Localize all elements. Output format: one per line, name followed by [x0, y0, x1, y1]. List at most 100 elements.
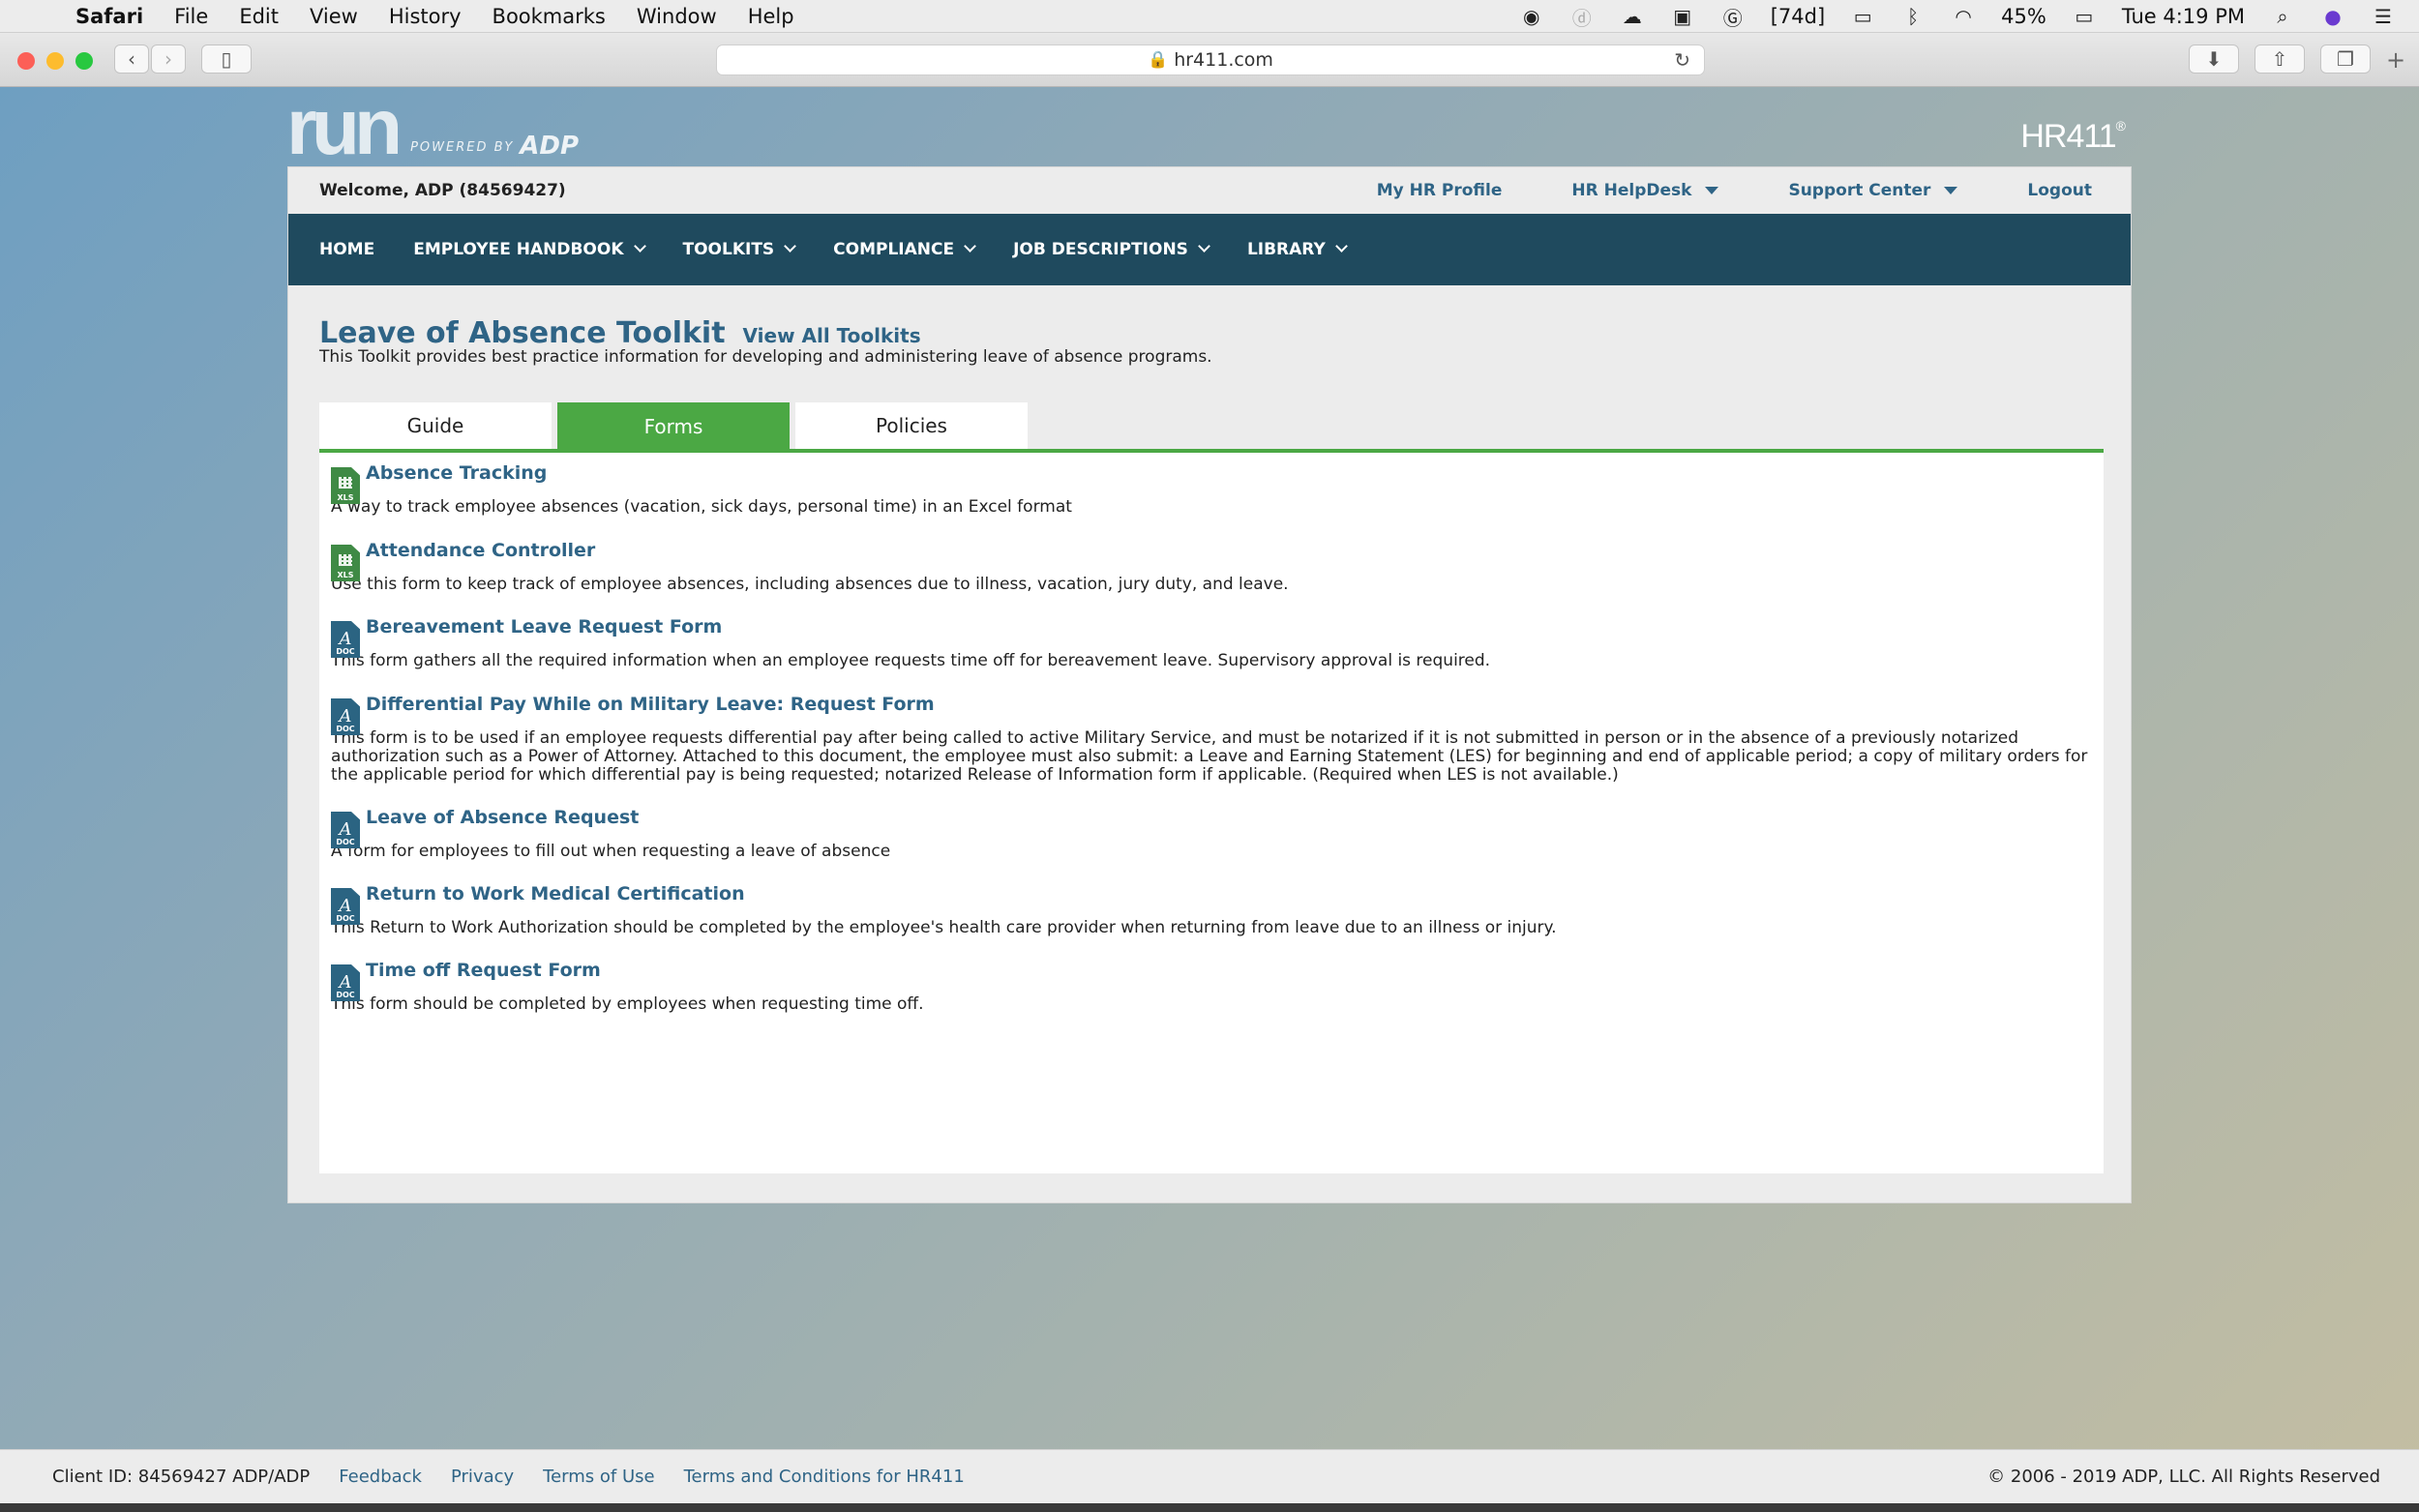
clock[interactable]: Tue 4:19 PM — [2122, 5, 2245, 28]
logo-powered-by: POWERED BY — [410, 140, 515, 155]
battery-percent[interactable]: 45% — [2001, 5, 2046, 28]
hr-helpdesk-dropdown[interactable]: HR HelpDesk — [1571, 181, 1719, 200]
sidebar-button[interactable]: ▯ — [201, 44, 252, 74]
address-bar[interactable]: 🔒 hr411.com ↻ — [716, 44, 1705, 75]
url-text: hr411.com — [1174, 49, 1273, 71]
menu-app-safari[interactable]: Safari — [75, 5, 143, 28]
nav-toolkits[interactable]: TOOLKITS — [683, 240, 797, 259]
form-link-absence-tracking[interactable]: Absence Tracking — [366, 460, 547, 486]
download-icon: ⬇ — [2205, 47, 2223, 71]
d-icon[interactable]: ⓓ — [1569, 6, 1595, 30]
form-link-differential-pay[interactable]: Differential Pay While on Military Leave… — [366, 692, 935, 717]
nav-employee-handbook-label: EMPLOYEE HANDBOOK — [413, 240, 624, 259]
siri-icon[interactable]: ● — [2320, 5, 2345, 28]
form-description: This Return to Work Authorization should… — [331, 918, 1557, 937]
battery-icon[interactable]: ▭ — [2072, 5, 2097, 28]
nav-library-label: LIBRARY — [1246, 240, 1326, 259]
hr411-text: HR411 — [2020, 118, 2116, 155]
new-tab-button[interactable]: + — [2386, 46, 2405, 74]
caret-down-icon — [1705, 187, 1719, 194]
google-icon[interactable]: Ⓖ — [1720, 6, 1746, 30]
sidebar-icon: ▯ — [221, 47, 232, 71]
user-bar: Welcome, ADP (84569427) My HR Profile HR… — [288, 167, 2131, 214]
form-description: This form gathers all the required infor… — [331, 651, 1491, 670]
nav-job-descriptions[interactable]: JOB DESCRIPTIONS — [1013, 240, 1210, 259]
hr411-logo: HR411® — [2020, 118, 2126, 156]
status-badge[interactable]: [74d] — [1771, 5, 1825, 28]
form-link-bereavement-leave[interactable]: Bereavement Leave Request Form — [366, 614, 722, 639]
logout-link[interactable]: Logout — [2027, 181, 2092, 200]
terms-of-use-link[interactable]: Terms of Use — [543, 1467, 654, 1487]
list-item: A DOC Differential Pay While on Military … — [331, 692, 2092, 785]
camera-icon[interactable]: ▣ — [1670, 5, 1695, 28]
client-id: Client ID: 84569427 ADP/ADP — [52, 1467, 311, 1487]
feedback-link[interactable]: Feedback — [339, 1467, 422, 1487]
run-adp-logo[interactable]: run POWERED BY ADP — [286, 88, 579, 167]
close-window-button[interactable] — [17, 52, 35, 70]
nav-compliance[interactable]: COMPLIANCE — [833, 240, 976, 259]
tab-forms[interactable]: Forms — [557, 402, 790, 451]
menu-bookmarks[interactable]: Bookmarks — [493, 5, 606, 28]
forms-panel: XLS Absence Tracking A way to track empl… — [319, 449, 2104, 1173]
footer: Client ID: 84569427 ADP/ADP Feedback Pri… — [0, 1449, 2419, 1503]
form-description: Use this form to keep track of employee … — [331, 575, 1289, 594]
list-item: A DOC Leave of Absence Request A form for… — [331, 805, 2092, 861]
menu-view[interactable]: View — [310, 5, 358, 28]
airplay-icon[interactable]: ▭ — [1850, 5, 1875, 28]
downloads-button[interactable]: ⬇ — [2189, 44, 2239, 74]
list-item: A DOC Time off Request Form This form sho… — [331, 958, 2092, 1014]
globe-icon[interactable]: ◉ — [1519, 5, 1544, 28]
chevron-down-icon — [633, 240, 646, 252]
menu-history[interactable]: History — [389, 5, 462, 28]
support-center-dropdown[interactable]: Support Center — [1788, 181, 1958, 200]
reload-icon[interactable]: ↻ — [1674, 48, 1690, 72]
tab-guide[interactable]: Guide — [319, 402, 552, 449]
doc-file-icon: A DOC — [331, 888, 360, 925]
tabs-overview-button[interactable]: ❐ — [2320, 44, 2371, 74]
my-hr-profile-link[interactable]: My HR Profile — [1377, 181, 1503, 200]
privacy-link[interactable]: Privacy — [451, 1467, 514, 1487]
notification-list-icon[interactable]: ☰ — [2371, 5, 2396, 28]
back-button[interactable]: ‹ — [114, 44, 149, 74]
chevron-down-icon — [964, 240, 976, 252]
menu-file[interactable]: File — [174, 5, 208, 28]
support-center-label: Support Center — [1788, 181, 1931, 200]
form-link-time-off-request[interactable]: Time off Request Form — [366, 958, 601, 983]
nav-employee-handbook[interactable]: EMPLOYEE HANDBOOK — [413, 240, 646, 259]
forward-button[interactable]: › — [151, 44, 186, 74]
nav-job-descriptions-label: JOB DESCRIPTIONS — [1013, 240, 1188, 259]
doc-file-icon: A DOC — [331, 698, 360, 735]
chevron-down-icon — [1198, 240, 1210, 252]
page-description: This Toolkit provides best practice info… — [319, 347, 1212, 367]
menu-help[interactable]: Help — [748, 5, 794, 28]
caret-down-icon — [1944, 187, 1958, 194]
wifi-icon[interactable]: ◠ — [1951, 5, 1976, 28]
nav-library[interactable]: LIBRARY — [1246, 240, 1348, 259]
form-link-return-to-work[interactable]: Return to Work Medical Certification — [366, 881, 745, 906]
toolkit-tabs: Guide Forms Policies — [319, 402, 1028, 451]
doc-file-icon: A DOC — [331, 812, 360, 848]
welcome-text: Welcome, ADP (84569427) — [319, 181, 566, 200]
form-link-leave-of-absence-request[interactable]: Leave of Absence Request — [366, 805, 639, 830]
form-description: A form for employees to fill out when re… — [331, 842, 891, 861]
zoom-window-button[interactable] — [75, 52, 93, 70]
list-item: A DOC Return to Work Medical Certificatio… — [331, 881, 2092, 937]
spotlight-search-icon[interactable]: ⌕ — [2270, 5, 2295, 28]
xls-file-icon: XLS — [331, 467, 360, 504]
menubar: Safari File Edit View History Bookmarks … — [0, 0, 2419, 33]
share-icon: ⇧ — [2271, 47, 2288, 71]
chevron-down-icon — [1334, 240, 1348, 252]
share-button[interactable]: ⇧ — [2255, 44, 2305, 74]
minimize-window-button[interactable] — [46, 52, 64, 70]
view-all-toolkits-link[interactable]: View All Toolkits — [743, 324, 921, 347]
nav-home[interactable]: HOME — [319, 240, 374, 259]
form-link-attendance-controller[interactable]: Attendance Controller — [366, 538, 595, 563]
menu-edit[interactable]: Edit — [239, 5, 279, 28]
cloud-icon[interactable]: ☁ — [1620, 5, 1645, 28]
terms-hr411-link[interactable]: Terms and Conditions for HR411 — [684, 1467, 965, 1487]
chevron-down-icon — [784, 240, 797, 252]
tab-policies[interactable]: Policies — [795, 402, 1028, 449]
bluetooth-icon[interactable]: ᛒ — [1900, 5, 1926, 28]
tabs-icon: ❐ — [2337, 47, 2354, 71]
menu-window[interactable]: Window — [637, 5, 717, 28]
